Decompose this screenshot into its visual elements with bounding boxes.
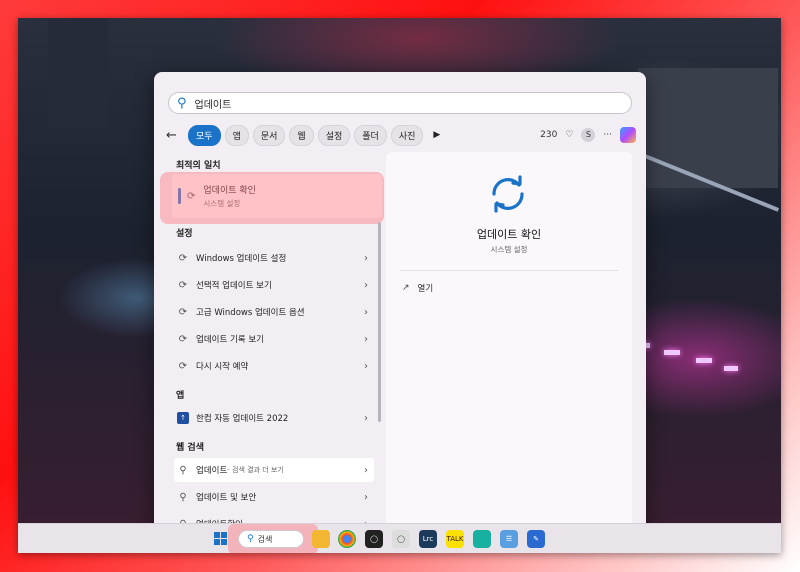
chevron-right-icon: › [364,412,368,424]
open-action-label: 열기 [417,284,434,294]
chevron-right-icon: › [364,306,368,318]
wallpaper-building [48,18,108,128]
windows-start-icon[interactable] [214,532,228,546]
search-box[interactable]: ⚲ [168,92,632,114]
settings-item[interactable]: ⟳ Windows 업데이트 설정 › [174,246,374,270]
apps-header: 앱 [176,391,185,401]
chrome-icon[interactable] [338,530,356,548]
filter-apps[interactable]: 앱 [224,124,249,146]
settings-item-label: 업데이트 기록 보기 [196,335,264,345]
web-search-header: 웹 검색 [176,443,204,453]
search-icon: ⚲ [177,95,187,111]
settings-item[interactable]: ⟳ 선택적 업데이트 보기 › [174,273,374,297]
settings-item[interactable]: ⟳ 다시 시작 예약 › [174,354,374,378]
settings-header: 설정 [176,229,193,239]
search-icon: ⚲ [179,491,187,503]
filter-documents[interactable]: 문서 [252,124,286,146]
filter-photos[interactable]: 사진 [390,124,424,146]
web-result-label: 업데이트 및 보안 [196,493,257,503]
wallpaper-light [696,358,712,363]
results-scrollbar[interactable] [378,222,381,422]
more-filters-icon[interactable]: ▶ [433,130,440,140]
file-explorer-icon[interactable] [312,530,330,548]
search-icon: ⚲ [247,534,254,544]
taskbar: ⚲ 검색 ◯ ◯ Lrc TALK ☰ ✎ [18,523,781,553]
refresh-large-icon [492,175,524,213]
rewards-icon[interactable]: ♡ [565,130,573,140]
app-icon[interactable]: ◯ [392,530,410,548]
web-result-item[interactable]: ⚲ 업데이트 및 보안 › [174,485,374,509]
chevron-right-icon: › [364,252,368,264]
wallpaper-light [664,350,680,355]
chevron-right-icon: › [364,491,368,503]
filter-bar: ← 모두 앱 문서 웹 설정 폴더 사진 ▶ 230 ♡ S ··· [166,124,636,146]
back-arrow-icon[interactable]: ← [166,128,188,143]
wallpaper-light [724,366,738,371]
chevron-right-icon: › [364,360,368,372]
desktop: sinna ⚲ ← 모두 앱 문서 웹 설정 폴더 사진 ▶ 230 ♡ S ·… [18,18,781,553]
open-action[interactable]: ↗ 열기 [402,282,433,294]
chevron-right-icon: › [364,279,368,291]
settings-item-label: 다시 시작 예약 [196,362,249,372]
filter-settings[interactable]: 설정 [317,124,351,146]
notepad-icon[interactable]: ☰ [500,530,518,548]
avatar[interactable]: S [581,128,596,142]
app-icon[interactable]: ◯ [365,530,383,548]
chevron-right-icon: › [364,464,368,476]
start-search-panel: ⚲ ← 모두 앱 문서 웹 설정 폴더 사진 ▶ 230 ♡ S ··· 최적의… [154,72,646,534]
app-icon[interactable] [473,530,491,548]
search-icon: ⚲ [179,464,187,476]
app-item-label: 한컴 자동 업데이트 2022 [196,414,289,424]
refresh-icon: ⟳ [178,333,188,345]
hancom-app-icon: ↑ [177,412,189,424]
settings-item[interactable]: ⟳ 업데이트 기록 보기 › [174,327,374,351]
filter-all[interactable]: 모두 [188,124,221,146]
refresh-icon: ⟳ [178,279,188,291]
preview-pane: 업데이트 확인 시스템 설정 ↗ 열기 [386,152,632,530]
app-icon[interactable]: ✎ [527,530,545,548]
open-external-icon: ↗ [402,283,410,293]
settings-item[interactable]: ⟳ 고급 Windows 업데이트 옵션 › [174,300,374,324]
settings-item-label: 선택적 업데이트 보기 [196,281,272,291]
web-result-item[interactable]: ⚲ 업데이트 - 검색 결과 더 보기 › [174,458,374,482]
filter-web[interactable]: 웹 [289,124,314,146]
more-options-icon[interactable]: ··· [603,130,612,140]
taskbar-search-button[interactable]: ⚲ 검색 [238,530,304,548]
copilot-icon[interactable] [620,127,636,143]
refresh-icon: ⟳ [178,252,188,264]
web-result-label: 업데이트 [196,466,228,476]
lightroom-icon[interactable]: Lrc [419,530,437,548]
annotation-highlight [160,172,384,224]
app-item[interactable]: ↑ 한컴 자동 업데이트 2022 › [174,406,374,430]
preview-title: 업데이트 확인 [476,228,542,241]
refresh-icon: ⟳ [178,360,188,372]
search-input[interactable] [194,97,595,109]
taskbar-search-label: 검색 [257,534,273,544]
settings-item-label: 고급 Windows 업데이트 옵션 [196,308,305,318]
wallpaper-building [638,68,778,188]
refresh-icon: ⟳ [178,306,188,318]
chevron-right-icon: › [364,333,368,345]
web-result-suffix: - 검색 결과 더 보기 [227,466,284,474]
points-count: 230 [540,130,558,140]
settings-item-label: Windows 업데이트 설정 [196,254,287,264]
preview-subtitle: 시스템 설정 [490,245,528,254]
filter-folders[interactable]: 폴더 [354,124,387,146]
kakaotalk-icon[interactable]: TALK [446,530,464,548]
best-match-header: 최적의 일치 [176,161,221,171]
divider [400,270,618,271]
